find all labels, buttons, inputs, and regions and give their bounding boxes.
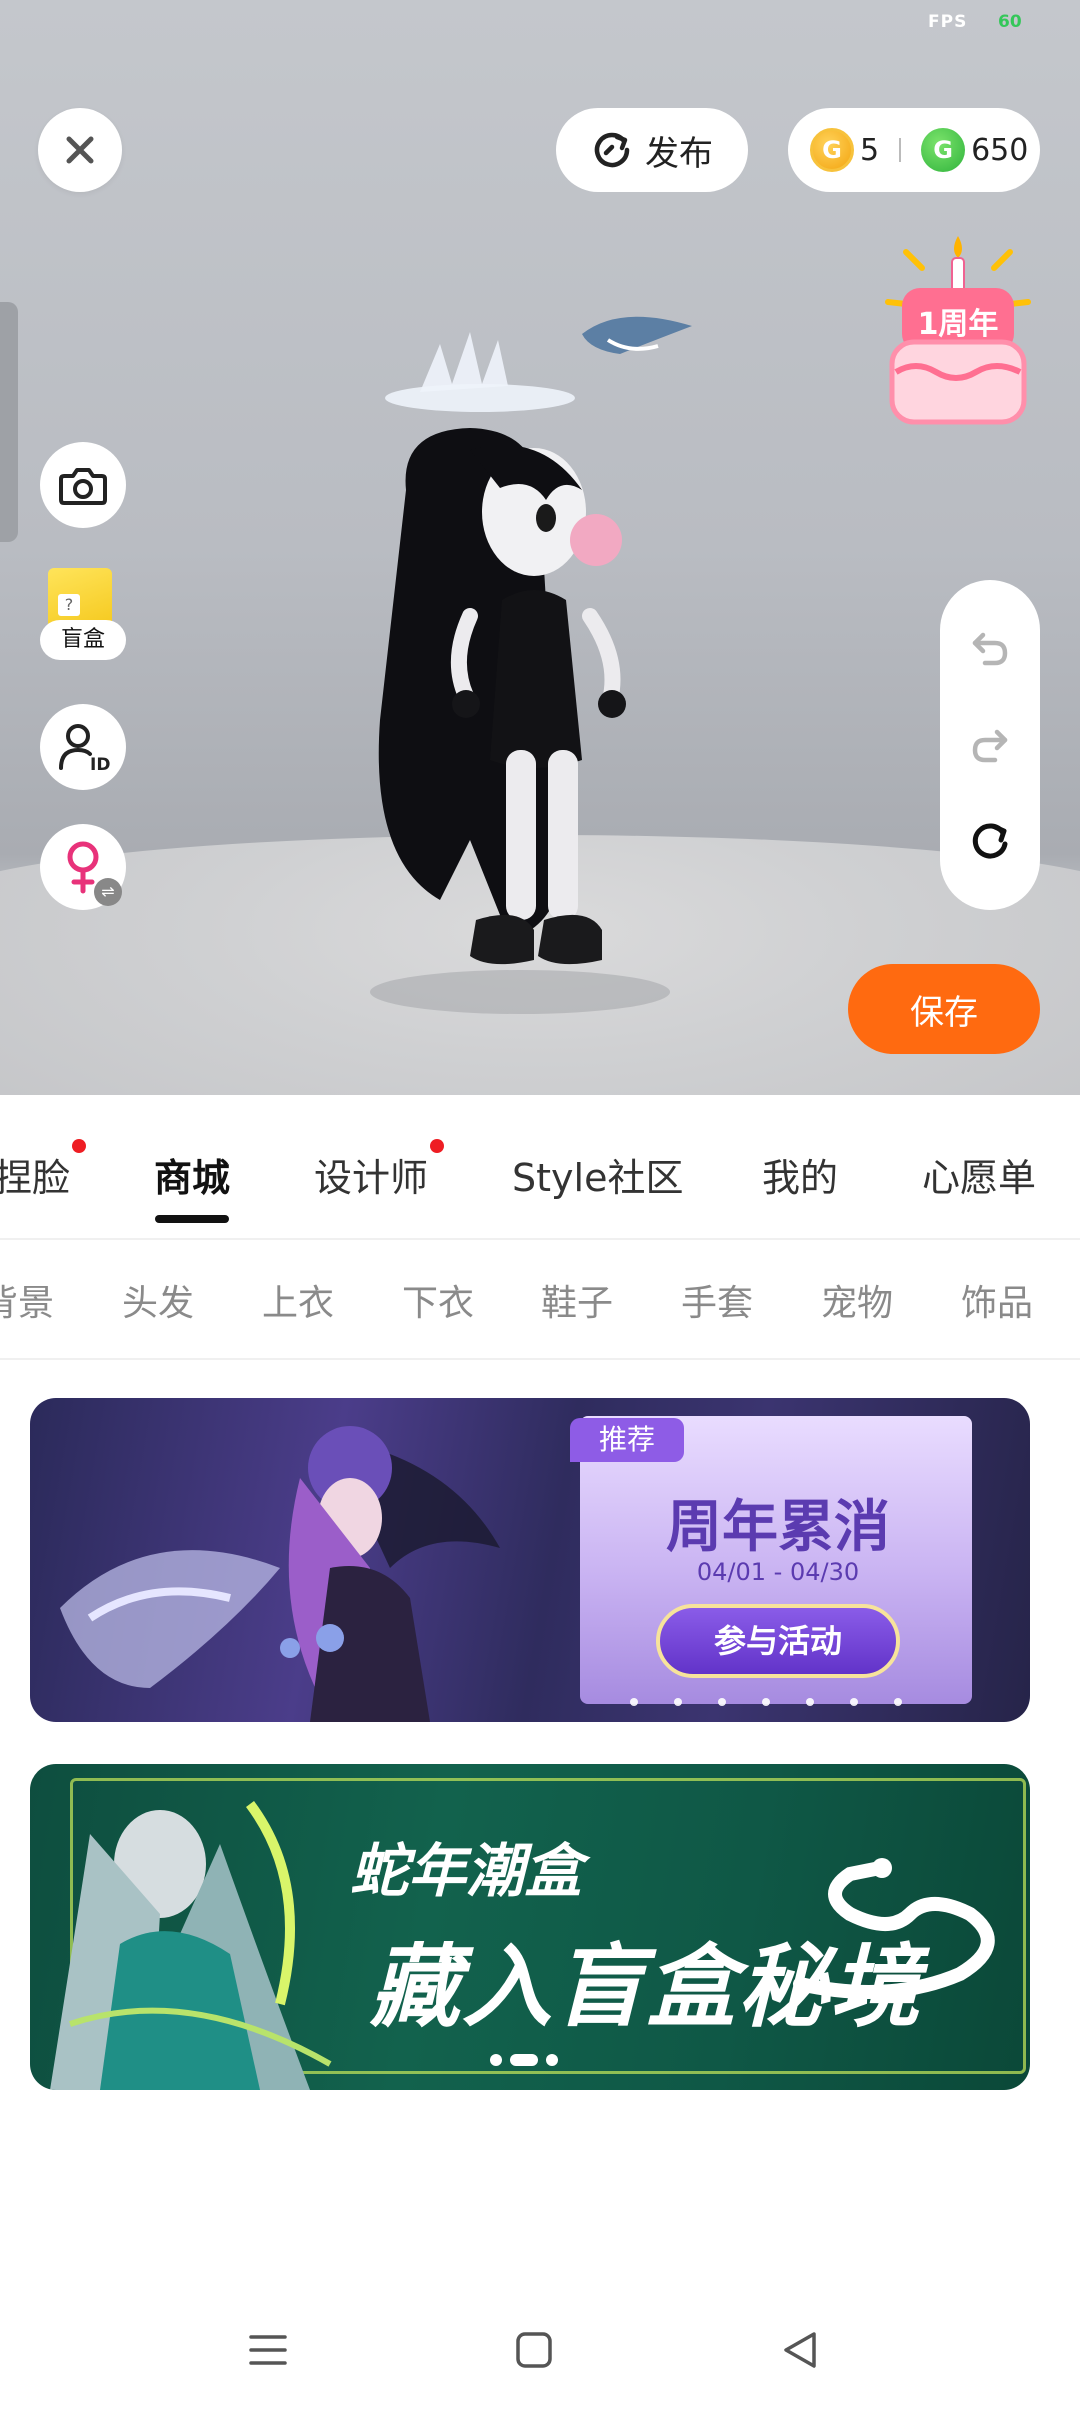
category-accessories[interactable]: 饰品 [961, 1274, 1033, 1326]
snake-icon [793, 1858, 995, 1999]
blindbox-label: 盲盒 [40, 620, 126, 660]
camera-icon [59, 468, 107, 505]
category-gloves[interactable]: 手套 [681, 1274, 753, 1326]
tab-wishlist-label: 心愿单 [922, 1156, 1037, 1200]
join-event-button[interactable]: 参与活动 [656, 1604, 900, 1678]
close-button[interactable] [38, 108, 122, 192]
snake-year-blindbox-banner[interactable]: 蛇年潮盒 藏入盲盒秘境 [30, 1764, 1030, 2090]
publish-label: 发布 [645, 133, 713, 174]
menu-icon [249, 2335, 287, 2365]
tab-style-community-label: Style社区 [512, 1156, 684, 1200]
currency-divider [899, 138, 902, 162]
banner1-title: 周年累消 [666, 1494, 890, 1560]
avatar-character[interactable] [320, 280, 720, 1040]
system-nav-bar [0, 2290, 1080, 2412]
side-drawer-handle[interactable] [0, 302, 18, 542]
tab-designer[interactable]: 设计师 [314, 1139, 445, 1202]
banner1-pagination [630, 1698, 902, 1706]
back-icon [784, 2332, 816, 2368]
nav-back-button[interactable] [770, 2320, 830, 2380]
refresh-arrow-icon [594, 132, 630, 168]
blindbox-question-mark: ? [58, 594, 80, 616]
close-icon [66, 136, 94, 164]
tab-face-label: 捏脸 [0, 1156, 71, 1200]
green-coin-icon: G [921, 128, 966, 172]
green-coin-count: 650 [971, 132, 1029, 168]
camera-button[interactable] [40, 442, 126, 528]
category-top[interactable]: 上衣 [262, 1274, 334, 1326]
notification-dot [72, 1139, 87, 1153]
category-hair[interactable]: 头发 [122, 1274, 194, 1326]
publish-button[interactable]: 发布 [556, 108, 748, 192]
undo-icon[interactable] [967, 625, 1013, 671]
anniversary-spend-banner[interactable]: 推荐 周年累消 04/01 - 04/30 参与活动 [30, 1398, 1030, 1722]
nav-home-button[interactable] [504, 2320, 564, 2380]
birthday-cake-icon: 1周年 [885, 236, 1031, 425]
avatar-viewport[interactable]: FPS 60 发布 G 5 G 650 ? 盲盒 ID ⇌ 1周年 保存 [0, 0, 1080, 1095]
blindbox-button[interactable]: ? 盲盒 [40, 568, 126, 668]
tab-style-community[interactable]: Style社区 [512, 1147, 683, 1202]
category-bottom[interactable]: 下衣 [402, 1274, 474, 1326]
home-icon [516, 2332, 552, 2368]
user-id-icon: ID [59, 724, 110, 774]
category-bar: 背景 头发 上衣 下衣 鞋子 手套 宠物 饰品 [0, 1240, 1080, 1360]
tab-mine[interactable]: 我的 [762, 1147, 838, 1202]
tab-designer-label: 设计师 [314, 1156, 429, 1200]
tab-wishlist[interactable]: 心愿单 [922, 1147, 1036, 1202]
redo-icon[interactable] [967, 722, 1013, 768]
nav-menu-button[interactable] [238, 2320, 298, 2380]
save-button[interactable]: 保存 [848, 964, 1040, 1054]
tab-shop[interactable]: 商城 [154, 1147, 230, 1202]
fps-value: 60 [998, 12, 1022, 32]
category-background[interactable]: 背景 [0, 1274, 54, 1326]
banner2-pagination [490, 2054, 558, 2066]
main-tab-bar: 捏脸 商城 设计师 Style社区 我的 心愿单 [0, 1095, 1080, 1240]
tab-mine-label: 我的 [762, 1156, 839, 1200]
avatar-id-button[interactable]: ID [40, 704, 126, 790]
banner2-subtitle: 蛇年潮盒 [350, 1837, 583, 1905]
currency-panel[interactable]: G 5 G 650 [788, 108, 1040, 192]
swap-icon: ⇌ [94, 878, 122, 906]
app-root: FPS 60 发布 G 5 G 650 ? 盲盒 ID ⇌ 1周年 保存 捏脸 … [0, 0, 1080, 2412]
gold-coin-icon: G [810, 128, 854, 172]
history-controls [940, 580, 1040, 910]
category-shoes[interactable]: 鞋子 [541, 1274, 613, 1326]
reset-icon[interactable] [967, 819, 1013, 865]
recommend-tag: 推荐 [570, 1418, 684, 1462]
fps-label: FPS [928, 12, 968, 32]
banner2-character-art [50, 1801, 332, 2090]
notification-dot [430, 1139, 445, 1153]
id-badge-text: ID [90, 755, 110, 774]
category-pets[interactable]: 宠物 [821, 1274, 893, 1326]
banner1-date: 04/01 - 04/30 [696, 1558, 860, 1586]
tab-shop-label: 商城 [154, 1156, 231, 1200]
gender-switch-button[interactable]: ⇌ [40, 824, 126, 910]
anniversary-label: 1周年 [918, 307, 999, 342]
banner-character-art [60, 1426, 500, 1722]
anniversary-badge[interactable]: 1周年 [876, 232, 1040, 442]
tab-face[interactable]: 捏脸 [0, 1139, 87, 1202]
gold-coin-count: 5 [860, 132, 880, 168]
active-tab-indicator [155, 1215, 229, 1223]
